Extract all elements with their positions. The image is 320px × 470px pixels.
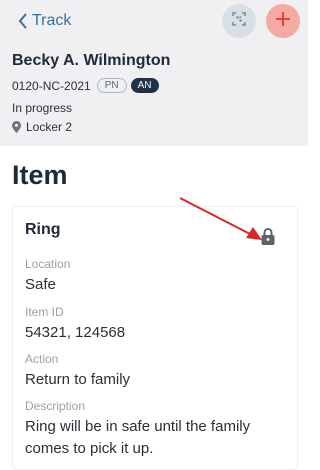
case-number: 0120-NC-2021	[12, 78, 91, 93]
item-title: Ring	[25, 221, 61, 238]
person-name: Becky A. Wilmington	[12, 52, 171, 69]
tag-pn: PN	[96, 78, 127, 93]
map-pin-icon	[12, 121, 21, 133]
description-field-value: Ring will be in safe until the family co…	[25, 418, 251, 457]
item-id-field-label: Item ID	[25, 305, 64, 319]
back-label: Track	[32, 12, 72, 29]
case-status: In progress	[12, 101, 73, 115]
section-title: Item	[12, 160, 68, 190]
chevron-left-icon	[18, 13, 28, 29]
case-info-row: 0120-NC-2021 PN AN	[12, 78, 163, 93]
item-id-field-value: 54321, 124568	[25, 324, 126, 341]
annotation-arrow	[176, 194, 266, 251]
back-button[interactable]: Track	[18, 10, 71, 32]
add-button[interactable]	[266, 4, 300, 38]
case-location: Locker 2	[12, 120, 72, 134]
case-header: Track Becky A. Wilmington 0120-NC-2021 P…	[0, 0, 308, 146]
plus-icon	[275, 11, 291, 32]
description-field-label: Description	[25, 399, 86, 413]
tag-an: AN	[130, 78, 159, 93]
location-field-label: Location	[25, 257, 71, 271]
action-field-value: Return to family	[25, 371, 131, 388]
qr-scan-icon	[232, 11, 246, 31]
qr-scan-button[interactable]	[222, 4, 256, 38]
location-field-value: Safe	[25, 276, 56, 293]
action-field-label: Action	[25, 352, 59, 366]
location-label: Locker 2	[26, 120, 73, 134]
